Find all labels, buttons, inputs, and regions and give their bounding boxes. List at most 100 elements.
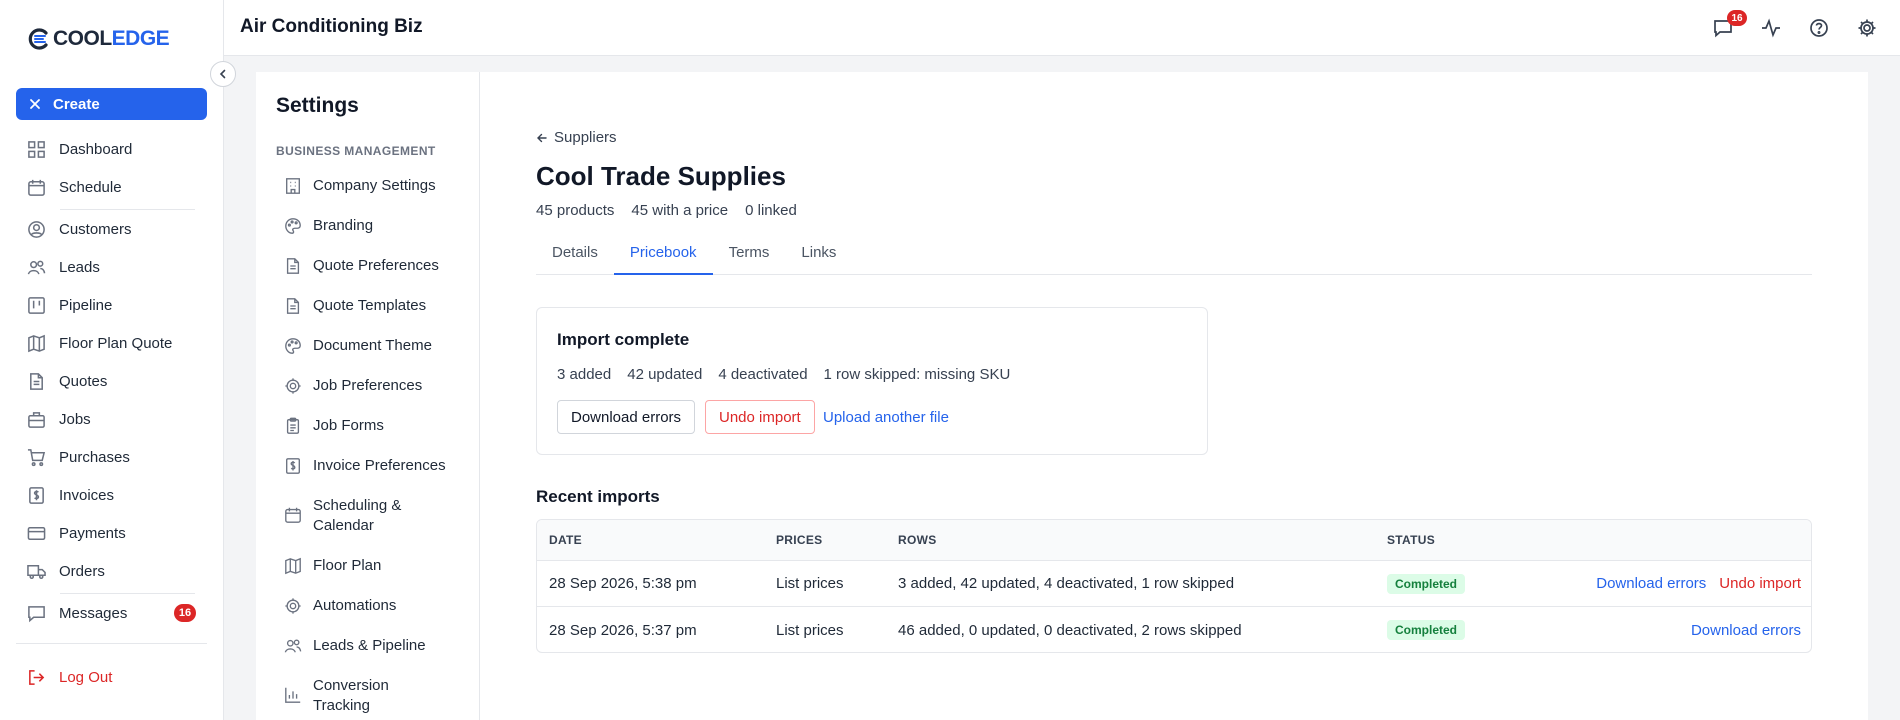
sidebar-item-invoices[interactable]: Invoices (27, 486, 114, 505)
palette-icon (285, 338, 301, 354)
settings-button[interactable] (1855, 16, 1879, 40)
sidebar-item-orders[interactable]: Orders (27, 562, 105, 581)
tab-pricebook[interactable]: Pricebook (613, 235, 713, 275)
table-row: 28 Sep 2026, 5:37 pm List prices 46 adde… (537, 607, 1811, 652)
column-header-status: STATUS (1387, 533, 1436, 547)
settings-item-label: Company Settings (313, 177, 436, 194)
sidebar-item-jobs[interactable]: Jobs (27, 410, 91, 429)
sidebar-item-payments[interactable]: Payments (27, 524, 126, 543)
activity-icon (1762, 18, 1780, 38)
gear-icon (285, 378, 301, 394)
map-icon (285, 557, 301, 575)
create-button[interactable]: Create (16, 88, 207, 120)
settings-item-conversion-tracking[interactable]: Conversion Tracking (284, 676, 389, 716)
sidebar-item-messages[interactable]: Messages (27, 604, 127, 623)
settings-item-quote-preferences[interactable]: Quote Preferences (284, 256, 439, 276)
document-icon (286, 298, 300, 314)
collapse-sidebar-button[interactable] (210, 61, 236, 87)
column-header-date: DATE (549, 533, 582, 547)
sidebar-item-label: Dashboard (59, 141, 133, 158)
settings-item-job-preferences[interactable]: Job Preferences (284, 376, 422, 396)
undo-import-button[interactable]: Undo import (705, 400, 815, 434)
arrow-left-icon (537, 133, 547, 142)
row-undo-import-link[interactable]: Undo import (1719, 575, 1801, 592)
settings-item-scheduling-calendar[interactable]: Scheduling & Calendar (284, 496, 401, 536)
grid-icon (28, 141, 45, 158)
cell-prices: List prices (776, 621, 844, 639)
credit-card-icon (27, 527, 46, 540)
table-row: 28 Sep 2026, 5:38 pm List prices 3 added… (537, 561, 1811, 607)
tab-links[interactable]: Links (785, 235, 852, 275)
settings-item-branding[interactable]: Branding (284, 216, 373, 236)
settings-item-label: Floor Plan (313, 557, 382, 574)
table-header: DATE PRICES ROWS STATUS (537, 520, 1811, 561)
sidebar-item-schedule[interactable]: Schedule (27, 178, 122, 197)
settings-item-label: Automations (313, 597, 397, 614)
palette-icon (285, 218, 301, 234)
sidebar-item-label: Jobs (59, 411, 91, 428)
settings-item-quote-templates[interactable]: Quote Templates (284, 296, 426, 316)
logout-icon (29, 670, 45, 685)
sidebar-item-leads[interactable]: Leads (27, 258, 100, 277)
settings-item-label-line2: Tracking (313, 697, 370, 714)
section-label: BUSINESS MANAGEMENT (276, 144, 436, 158)
logo-text-cool: COOL (53, 27, 112, 50)
divider (60, 209, 195, 210)
cart-icon (27, 449, 46, 467)
logout-button[interactable]: Log Out (27, 668, 112, 687)
import-stat-added: 3 added (557, 366, 612, 383)
import-stats: 3 added 42 updated 4 deactivated 1 row s… (557, 366, 1010, 383)
settings-item-label: Leads & Pipeline (313, 637, 426, 654)
settings-item-label: Conversion Tracking (313, 676, 389, 716)
activity-button[interactable] (1759, 16, 1783, 40)
settings-item-leads-pipeline[interactable]: Leads & Pipeline (284, 636, 426, 656)
chat-icon (28, 606, 45, 623)
upload-another-file-link[interactable]: Upload another file (819, 400, 953, 434)
import-stat-skipped: 1 row skipped: missing SKU (823, 366, 1011, 383)
sidebar: COOLEDGE Create Dashboard Schedule Custo… (0, 0, 224, 720)
sidebar-item-customers[interactable]: Customers (27, 220, 132, 239)
settings-item-label: Scheduling & Calendar (313, 496, 401, 536)
tab-details[interactable]: Details (536, 235, 614, 275)
logo[interactable]: COOLEDGE (26, 27, 170, 51)
back-to-suppliers-link[interactable]: Suppliers (536, 129, 617, 146)
settings-item-floor-plan[interactable]: Floor Plan (284, 556, 381, 576)
document-icon (286, 258, 300, 274)
stat-linked: 0 linked (745, 202, 797, 219)
tab-terms[interactable]: Terms (713, 235, 786, 275)
sidebar-item-dashboard[interactable]: Dashboard (27, 140, 132, 159)
settings-item-invoice-preferences[interactable]: Invoice Preferences (284, 456, 446, 476)
row-actions: Download errors Undo import (1596, 561, 1801, 606)
recent-imports-table: DATE PRICES ROWS STATUS 28 Sep 2026, 5:3… (536, 519, 1812, 653)
help-button[interactable] (1807, 16, 1831, 40)
row-actions: Download errors (1691, 607, 1801, 652)
page-title: Cool Trade Supplies (536, 161, 786, 191)
recent-imports-title: Recent imports (536, 487, 660, 506)
dollar-doc-icon (286, 458, 300, 474)
sidebar-item-quotes[interactable]: Quotes (27, 372, 107, 391)
sidebar-item-floor-plan-quote[interactable]: Floor Plan Quote (27, 334, 172, 353)
sidebar-item-label: Customers (59, 221, 132, 238)
sidebar-item-label: Messages (59, 605, 128, 622)
settings-item-document-theme[interactable]: Document Theme (284, 336, 432, 356)
settings-item-company-settings[interactable]: Company Settings (284, 176, 436, 196)
sidebar-item-label: Floor Plan Quote (59, 335, 173, 352)
logo-icon (28, 28, 48, 50)
cell-status: Completed (1387, 607, 1466, 652)
users-icon (284, 639, 302, 653)
kanban-icon (28, 297, 45, 314)
sidebar-item-pipeline[interactable]: Pipeline (27, 296, 112, 315)
business-title: Air Conditioning Biz (240, 16, 423, 37)
settings-item-job-forms[interactable]: Job Forms (284, 416, 384, 436)
divider (16, 643, 207, 644)
sidebar-item-purchases[interactable]: Purchases (27, 448, 130, 467)
row-download-errors-link[interactable]: Download errors (1596, 575, 1706, 592)
column-header-prices: PRICES (776, 533, 823, 547)
download-errors-button[interactable]: Download errors (557, 400, 696, 434)
cell-date: 28 Sep 2026, 5:37 pm (549, 621, 697, 639)
user-circle-icon (28, 221, 45, 238)
row-download-errors-link[interactable]: Download errors (1691, 622, 1801, 639)
cell-date: 28 Sep 2026, 5:38 pm (549, 575, 697, 592)
sidebar-item-label: Schedule (59, 179, 122, 196)
settings-item-automations[interactable]: Automations (284, 596, 396, 616)
